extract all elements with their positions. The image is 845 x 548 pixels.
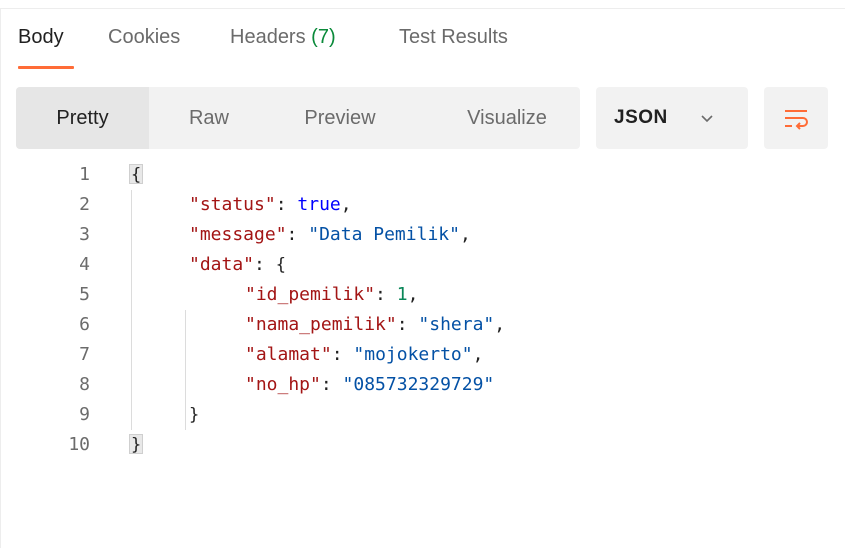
tab-test-results[interactable]: Test Results [399, 26, 508, 49]
json-colon: : [375, 284, 397, 305]
json-comma: , [340, 194, 352, 215]
tab-cookies[interactable]: Cookies [108, 26, 180, 49]
fold-close-brace: } [129, 434, 144, 455]
fold-open-brace[interactable]: { [129, 160, 144, 190]
view-mode-selector: Pretty Raw Preview Visualize [16, 87, 580, 149]
line-number: 7 [79, 344, 90, 365]
json-value: "085732329729" [342, 374, 495, 395]
json-comma: , [494, 314, 506, 335]
json-value: "mojokerto" [353, 344, 473, 365]
code-line: 5 "id_pemilik": 1, [0, 280, 845, 310]
tab-headers-label: Headers [230, 26, 306, 48]
code-line: 1 { [0, 160, 845, 190]
json-colon: : [396, 314, 419, 335]
format-dropdown[interactable]: JSON [596, 87, 748, 149]
wrap-lines-icon [785, 110, 808, 130]
json-colon: : [275, 194, 298, 215]
json-key: "nama_pemilik" [245, 314, 397, 335]
line-number: 9 [79, 404, 90, 425]
code-line: 10 } [0, 430, 845, 460]
json-comma: , [459, 224, 471, 245]
json-comma: , [472, 344, 484, 365]
tab-body[interactable]: Body [18, 26, 64, 49]
json-value: true [297, 194, 341, 215]
line-number: 6 [79, 314, 90, 335]
tab-headers[interactable]: Headers (7) [230, 26, 336, 49]
line-number: 10 [68, 434, 90, 455]
json-key: "message" [189, 224, 287, 245]
line-number: 8 [79, 374, 90, 395]
json-value: 1 [396, 284, 408, 305]
code-line: 7 "alamat": "mojokerto", [0, 340, 845, 370]
code-line: 3 "message": "Data Pemilik", [0, 220, 845, 250]
line-number: 5 [79, 284, 90, 305]
json-colon: : [331, 344, 354, 365]
headers-count-badge: (7) [311, 26, 336, 48]
json-key: "no_hp" [245, 374, 321, 395]
view-raw-button[interactable]: Raw [179, 87, 239, 149]
view-visualize-button[interactable]: Visualize [448, 87, 566, 149]
json-key: "data" [189, 254, 255, 275]
code-line: 9 } [0, 400, 845, 430]
fold-close-brace: } [189, 405, 200, 425]
code-line: 2 "status": true, [0, 190, 845, 220]
view-preview-button[interactable]: Preview [291, 87, 389, 149]
line-number: 2 [79, 194, 90, 215]
code-line: 8 "no_hp": "085732329729" [0, 370, 845, 400]
line-number: 4 [79, 254, 90, 275]
code-line: 4 "data": { [0, 250, 845, 280]
active-tab-indicator [18, 66, 74, 69]
json-colon: : [254, 254, 276, 275]
json-value: "Data Pemilik" [308, 224, 460, 245]
format-label: JSON [614, 107, 668, 128]
json-key: "alamat" [245, 344, 332, 365]
code-line: 6 "nama_pemilik": "shera", [0, 310, 845, 340]
json-value: "shera" [418, 314, 495, 335]
line-number: 1 [79, 164, 90, 185]
json-key: "status" [189, 194, 276, 215]
view-pretty-button[interactable]: Pretty [16, 87, 149, 149]
wrap-lines-button[interactable] [764, 87, 828, 149]
line-number: 3 [79, 224, 90, 245]
fold-open-brace[interactable]: { [276, 255, 286, 275]
json-colon: : [286, 224, 309, 245]
json-colon: : [320, 374, 343, 395]
json-comma: , [407, 284, 419, 305]
json-key: "id_pemilik" [245, 284, 376, 305]
chevron-down-icon [701, 115, 713, 123]
